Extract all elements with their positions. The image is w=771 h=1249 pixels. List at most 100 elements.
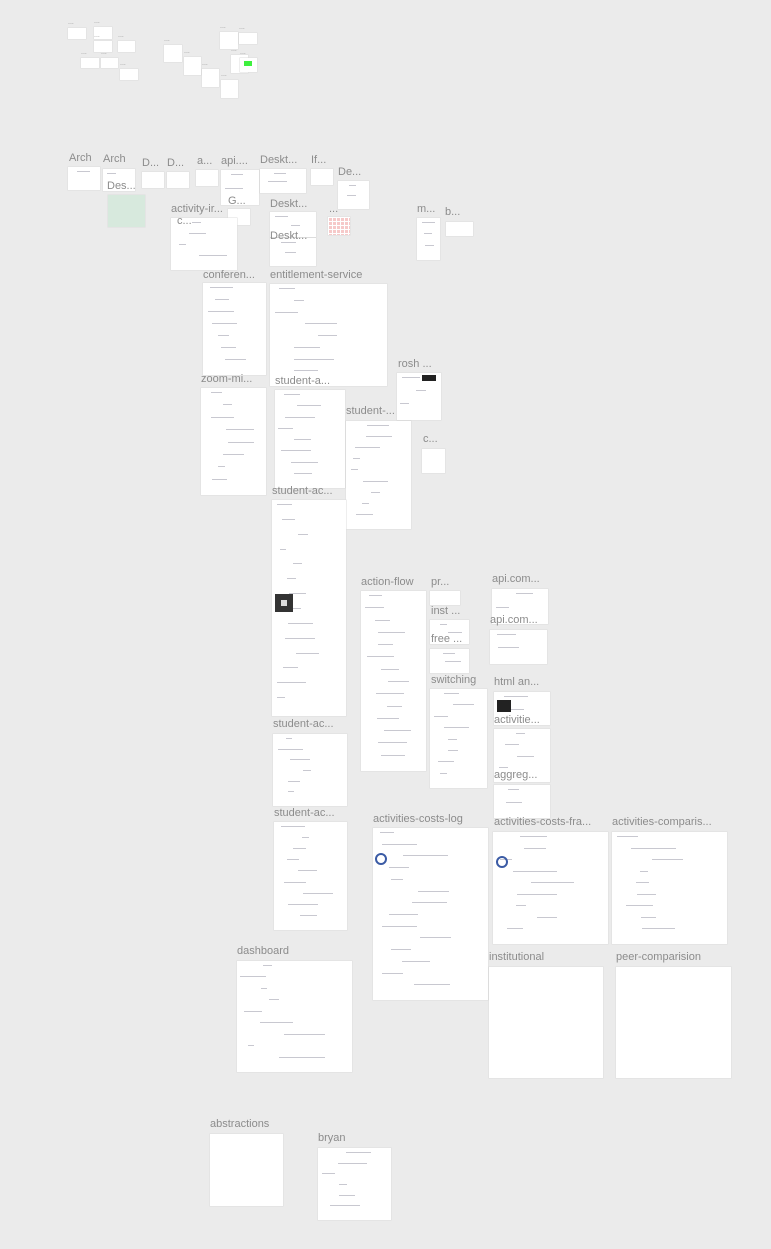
mini-frame-label[interactable]: ... <box>220 23 226 31</box>
mini-frame[interactable] <box>202 69 219 87</box>
canvas-frame[interactable] <box>430 689 487 788</box>
canvas-frame[interactable] <box>493 832 608 944</box>
frame-label[interactable]: pr... <box>431 576 449 588</box>
frame-label[interactable]: D... <box>142 157 159 169</box>
canvas-frame[interactable] <box>430 591 460 605</box>
frame-label[interactable]: free ... <box>431 633 462 645</box>
canvas-frame[interactable] <box>346 421 411 529</box>
mini-frame[interactable] <box>120 69 138 80</box>
frame-label[interactable]: conferen... <box>203 269 255 281</box>
canvas-frame[interactable] <box>373 828 488 1000</box>
frame-label[interactable]: activities-comparis... <box>612 816 712 828</box>
canvas-frame[interactable] <box>616 967 731 1078</box>
canvas-frame[interactable] <box>311 169 333 185</box>
frame-label[interactable]: api.com... <box>492 573 540 585</box>
canvas-frame[interactable] <box>167 172 189 188</box>
frame-label[interactable]: c... <box>423 433 438 445</box>
frame-label[interactable]: entitlement-service <box>270 269 362 281</box>
frame-label[interactable]: student-ac... <box>273 718 334 730</box>
canvas-frame[interactable] <box>196 170 218 186</box>
frame-label[interactable]: institutional <box>489 951 544 963</box>
frame-label[interactable]: activities-costs-log <box>373 813 463 825</box>
frame-label[interactable]: html an... <box>494 676 539 688</box>
frame-label[interactable]: De... <box>338 166 361 178</box>
frame-label[interactable]: student-ac... <box>272 485 333 497</box>
frame-label[interactable]: activity-ir... <box>171 203 223 215</box>
mini-frame-label[interactable]: ... <box>239 24 245 32</box>
frame-label[interactable]: activities-costs-fra... <box>494 816 591 828</box>
frame-label[interactable]: m... <box>417 203 435 215</box>
frame-label[interactable]: ... <box>329 203 338 215</box>
frame-label[interactable]: Des... <box>107 180 136 192</box>
mini-frame-label[interactable]: ... <box>184 48 190 56</box>
frame-label[interactable]: Arch <box>103 153 126 165</box>
canvas-frame[interactable] <box>108 195 145 227</box>
canvas-frame[interactable] <box>142 172 164 188</box>
canvas-frame[interactable] <box>494 785 550 818</box>
canvas-frame[interactable] <box>237 961 352 1072</box>
mini-frame[interactable] <box>164 45 182 62</box>
mini-frame[interactable] <box>101 58 118 68</box>
frame-label[interactable]: Deskt... <box>270 198 307 210</box>
canvas-frame[interactable] <box>417 218 440 260</box>
mini-frame-label[interactable]: ... <box>202 60 208 68</box>
frame-label[interactable]: student-ac... <box>274 807 335 819</box>
frame-label[interactable]: D... <box>167 157 184 169</box>
canvas-frame[interactable] <box>338 181 369 209</box>
canvas-frame[interactable] <box>270 238 316 266</box>
frame-label[interactable]: switching <box>431 674 476 686</box>
frame-label[interactable]: If... <box>311 154 326 166</box>
frame-label[interactable]: Deskt... <box>270 230 307 242</box>
mini-frame[interactable] <box>81 58 99 68</box>
canvas-frame[interactable] <box>612 832 727 944</box>
frame-label[interactable]: peer-comparision <box>616 951 701 963</box>
frame-label[interactable]: action-flow <box>361 576 414 588</box>
frame-label[interactable]: G... <box>228 195 246 207</box>
mini-frame[interactable] <box>240 58 257 72</box>
mini-frame-label[interactable]: ... <box>221 71 227 79</box>
canvas-frame[interactable] <box>489 967 603 1078</box>
frame-label[interactable]: student-... <box>346 405 395 417</box>
mini-frame-label[interactable]: ... <box>120 60 126 68</box>
canvas-frame[interactable] <box>203 283 266 375</box>
frame-label[interactable]: Arch <box>69 152 92 164</box>
canvas-frame[interactable] <box>361 591 426 771</box>
frame-label[interactable]: zoom-mi... <box>201 373 252 385</box>
canvas-frame[interactable] <box>260 169 306 193</box>
canvas-frame[interactable] <box>210 1134 283 1206</box>
frame-label[interactable]: Deskt... <box>260 154 297 166</box>
canvas-frame[interactable] <box>270 284 387 386</box>
mini-frame-label[interactable]: ... <box>94 32 100 40</box>
mini-frame[interactable] <box>184 57 201 75</box>
mini-frame-label[interactable]: ... <box>81 49 87 57</box>
frame-label[interactable]: api.com... <box>490 614 538 626</box>
canvas-frame[interactable] <box>201 388 266 495</box>
mini-frame[interactable] <box>239 33 257 44</box>
canvas-frame[interactable] <box>68 167 100 190</box>
frame-label[interactable]: activitie... <box>494 714 540 726</box>
canvas-frame[interactable] <box>430 649 469 673</box>
frame-label[interactable]: a... <box>197 155 212 167</box>
canvas-frame[interactable] <box>275 390 345 488</box>
mini-frame[interactable] <box>221 80 238 98</box>
frame-label[interactable]: dashboard <box>237 945 289 957</box>
frame-label[interactable]: aggreg... <box>494 769 537 781</box>
frame-label[interactable]: b... <box>445 206 460 218</box>
mini-frame[interactable] <box>68 28 86 39</box>
mini-frame-label[interactable]: ... <box>101 49 107 57</box>
canvas-frame[interactable] <box>490 630 547 664</box>
frame-label[interactable]: bryan <box>318 1132 346 1144</box>
frame-label[interactable]: api.... <box>221 155 248 167</box>
canvas-frame[interactable] <box>273 734 347 806</box>
mini-frame-label[interactable]: ... <box>240 49 246 57</box>
mini-frame[interactable] <box>118 41 135 52</box>
frame-label[interactable]: inst ... <box>431 605 460 617</box>
frame-label[interactable]: student-a... <box>275 375 330 387</box>
mini-frame-label[interactable]: ... <box>118 32 124 40</box>
canvas-frame[interactable] <box>274 822 347 930</box>
mini-frame-label[interactable]: ... <box>164 36 170 44</box>
nested-frame-label[interactable]: c... <box>177 215 192 227</box>
mini-frame-label[interactable]: ... <box>94 18 100 26</box>
canvas-frame[interactable] <box>446 222 473 236</box>
mini-frame-label[interactable]: ... <box>68 19 74 27</box>
